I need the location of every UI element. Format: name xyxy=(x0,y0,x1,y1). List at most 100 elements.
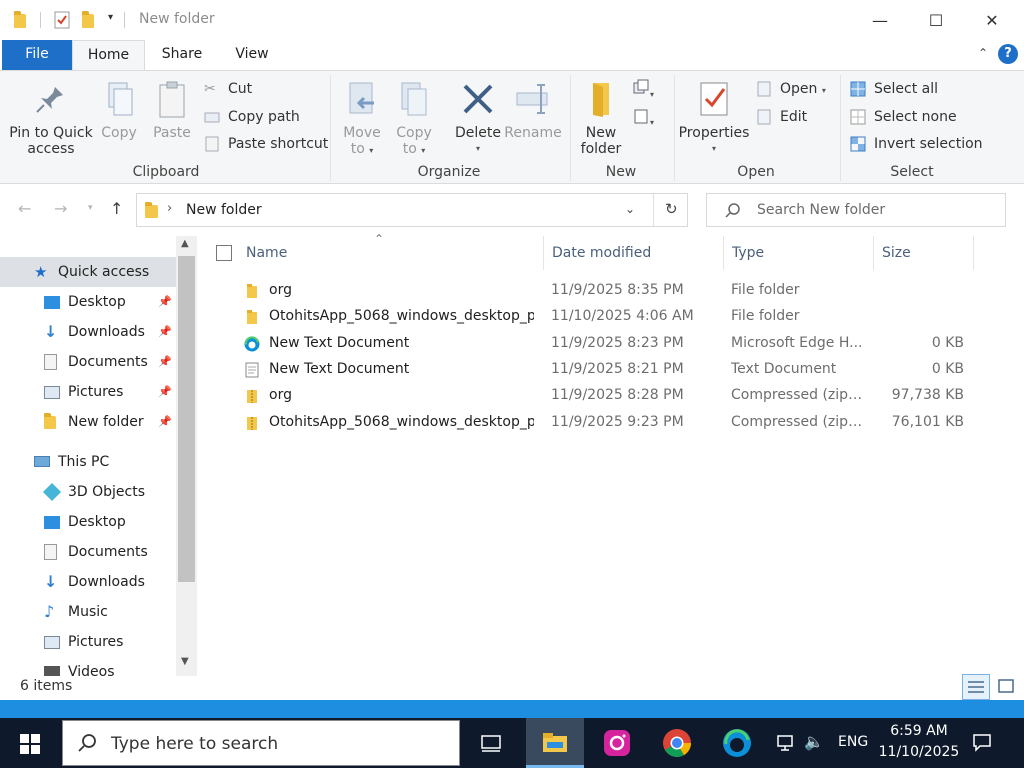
file-row[interactable]: New Text Document 11/9/2025 8:23 PM Micros… xyxy=(238,330,978,356)
nav-quick-documents[interactable]: Documents 📌 xyxy=(0,347,176,377)
copy-button[interactable]: Copy xyxy=(96,81,142,141)
move-label-2: to ▾ xyxy=(350,141,374,157)
edit-button[interactable]: Edit xyxy=(756,106,807,128)
nav-documents[interactable]: Documents xyxy=(0,537,176,567)
taskbar: Type here to search 🔈 ENG 6:59 AM 11/10/… xyxy=(0,718,1024,768)
pin-label-1: Pin to Quick xyxy=(9,125,93,141)
paste-button[interactable]: Paste xyxy=(148,81,196,141)
new-folder-button[interactable]: New folder xyxy=(576,81,626,157)
search-box[interactable]: Search New folder xyxy=(706,193,1006,227)
select-none-label: Select none xyxy=(874,109,957,125)
nav-quick-downloads[interactable]: ↓ Downloads 📌 xyxy=(0,317,176,347)
network-icon[interactable] xyxy=(776,734,796,756)
file-size: 0 KB xyxy=(931,360,964,377)
recent-locations-icon[interactable]: ▾ xyxy=(88,203,93,213)
invert-selection-button[interactable]: Invert selection xyxy=(850,133,983,155)
tab-file[interactable]: File xyxy=(2,40,72,70)
column-header-name[interactable]: Name xyxy=(238,236,544,270)
language-indicator[interactable]: ENG xyxy=(838,734,868,750)
file-row[interactable]: OtohitsApp_5068_windows_desktop_p... 11/1… xyxy=(238,303,978,329)
address-dropdown-icon[interactable]: ⌄ xyxy=(625,202,635,216)
file-explorer-taskbar-button[interactable] xyxy=(526,718,584,768)
select-all-checkbox[interactable] xyxy=(216,245,232,261)
instagram-icon xyxy=(604,730,630,756)
new-item-button[interactable]: ▾ xyxy=(632,79,654,100)
nav-scrollbar[interactable]: ▲ ▼ xyxy=(176,236,197,676)
edge-taskbar-button[interactable] xyxy=(708,718,766,768)
start-button[interactable] xyxy=(20,734,40,758)
nav-3d-objects[interactable]: 3D Objects xyxy=(0,477,176,507)
clock-date[interactable]: 11/10/2025 xyxy=(878,744,960,760)
nav-videos[interactable]: Videos xyxy=(0,657,176,676)
tab-share[interactable]: Share xyxy=(150,40,214,70)
task-view-button[interactable] xyxy=(462,718,520,768)
chrome-taskbar-button[interactable] xyxy=(648,718,706,768)
refresh-icon[interactable]: ↻ xyxy=(665,200,678,218)
move-to-button[interactable]: Move to ▾ xyxy=(338,81,386,159)
file-row[interactable]: org 11/9/2025 8:35 PM File folder xyxy=(238,277,978,303)
instagram-taskbar-button[interactable] xyxy=(588,718,646,768)
properties-button[interactable]: Properties ▾ xyxy=(678,81,750,157)
properties-dropdown-icon[interactable]: ▾ xyxy=(678,141,750,157)
nav-this-pc[interactable]: This PC xyxy=(0,447,176,477)
delete-button[interactable]: Delete ▾ xyxy=(452,81,504,157)
forward-arrow-icon[interactable]: → xyxy=(54,199,67,218)
address-bar[interactable]: › New folder ⌄ ↻ xyxy=(136,193,688,227)
nav-desktop[interactable]: Desktop xyxy=(0,507,176,537)
search-input[interactable]: Search New folder xyxy=(757,202,885,218)
tab-view[interactable]: View xyxy=(220,40,284,70)
nav-pictures[interactable]: Pictures xyxy=(0,627,176,657)
large-icons-view-button[interactable] xyxy=(994,674,1020,700)
file-name: OtohitsApp_5068_windows_desktop_p... xyxy=(269,413,534,430)
scroll-down-icon[interactable]: ▼ xyxy=(181,656,189,667)
divider xyxy=(40,12,41,28)
close-button[interactable]: ✕ xyxy=(964,0,1020,40)
volume-icon[interactable]: 🔈 xyxy=(804,732,824,751)
cut-button[interactable]: ✂ Cut xyxy=(204,78,252,100)
open-button[interactable]: Open ▾ xyxy=(756,78,826,100)
edge-icon xyxy=(723,729,751,757)
breadcrumb-chevron-icon[interactable]: › xyxy=(167,201,172,216)
select-none-button[interactable]: Select none xyxy=(850,106,957,128)
rename-button[interactable]: Rename xyxy=(504,81,562,141)
address-path[interactable]: New folder xyxy=(186,202,262,218)
column-header-type[interactable]: Type xyxy=(724,236,874,270)
file-row[interactable]: OtohitsApp_5068_windows_desktop_p... 11/9… xyxy=(238,409,978,435)
nav-quick-new-folder[interactable]: New folder 📌 xyxy=(0,407,176,437)
minimize-button[interactable]: — xyxy=(852,0,908,40)
clock-time[interactable]: 6:59 AM xyxy=(884,723,954,739)
file-row[interactable]: New Text Document 11/9/2025 8:21 PM Text D… xyxy=(238,356,978,382)
help-icon[interactable]: ? xyxy=(998,44,1018,64)
nav-music[interactable]: ♪ Music xyxy=(0,597,176,627)
paste-shortcut-button[interactable]: Paste shortcut xyxy=(204,133,328,155)
details-view-button[interactable] xyxy=(962,674,990,700)
nav-quick-access[interactable]: ★ Quick access xyxy=(0,257,176,287)
back-arrow-icon[interactable]: ← xyxy=(18,199,31,218)
easy-access-icon xyxy=(634,109,648,124)
action-center-icon[interactable] xyxy=(972,732,992,756)
qat-customize-icon[interactable]: ▾ xyxy=(108,12,113,23)
select-all-button[interactable]: Select all xyxy=(850,78,938,100)
column-header-date[interactable]: Date modified xyxy=(544,236,724,270)
properties-qat-icon[interactable] xyxy=(54,11,70,29)
maximize-button[interactable]: ☐ xyxy=(908,0,964,40)
file-row[interactable]: org 11/9/2025 8:28 PM Compressed (zipp... 9… xyxy=(238,382,978,408)
column-header-size[interactable]: Size xyxy=(874,236,974,270)
nav-quick-pictures[interactable]: Pictures 📌 xyxy=(0,377,176,407)
pin-to-quick-access-button[interactable]: Pin to Quick access xyxy=(6,81,96,157)
collapse-ribbon-icon[interactable]: ⌃ xyxy=(978,46,988,60)
scrollbar-thumb[interactable] xyxy=(178,256,195,582)
up-arrow-icon[interactable]: ↑ xyxy=(110,199,123,218)
documents-icon xyxy=(44,544,57,560)
new-folder-qat-icon[interactable] xyxy=(82,11,98,29)
copy-path-button[interactable]: Copy path xyxy=(204,106,300,128)
scroll-up-icon[interactable]: ▲ xyxy=(181,238,189,249)
nav-downloads[interactable]: ↓ Downloads xyxy=(0,567,176,597)
taskbar-search-input[interactable]: Type here to search xyxy=(111,734,278,754)
copy-to-button[interactable]: Copy to ▾ xyxy=(390,81,438,159)
easy-access-button[interactable]: ▾ xyxy=(632,107,654,128)
tab-home[interactable]: Home xyxy=(72,40,145,71)
taskbar-search-box[interactable]: Type here to search xyxy=(62,720,460,766)
nav-quick-desktop[interactable]: Desktop 📌 xyxy=(0,287,176,317)
delete-dropdown-icon[interactable]: ▾ xyxy=(452,141,504,157)
